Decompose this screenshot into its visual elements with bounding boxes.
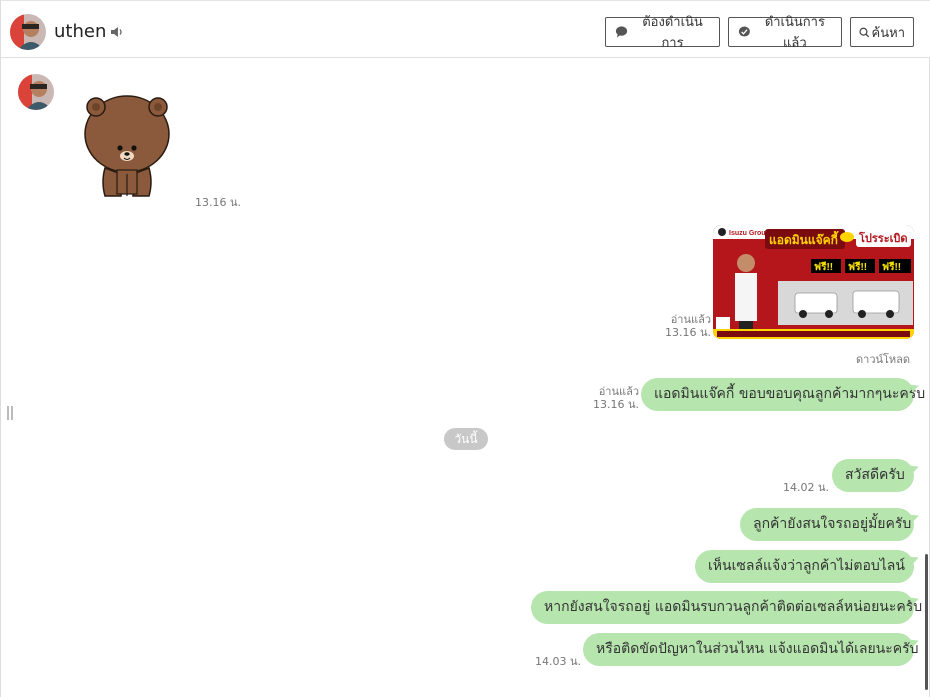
poster-free-2: ฟรี!!: [848, 261, 867, 273]
chat-bubble-icon: [615, 26, 628, 38]
image-read-status: อ่านแล้ว 13.16 น.: [665, 313, 711, 339]
msg1-timestamp: 13.16 น.: [593, 398, 640, 411]
search-icon: [859, 27, 870, 37]
message-bubble[interactable]: สวัสดีครับ: [832, 459, 914, 492]
poster-free-3: ฟรี!!: [882, 261, 901, 273]
message-bubble[interactable]: ลูกค้ายังสนใจรถอยู่มั้ยครับ: [740, 508, 914, 541]
sender-avatar[interactable]: [18, 74, 54, 110]
msg1-read-status: อ่านแล้ว 13.16 น.: [593, 385, 639, 411]
contact-name: uthen: [54, 21, 107, 42]
search-button[interactable]: ค้นหา: [850, 17, 914, 47]
done-button[interactable]: ดำเนินการแล้ว: [728, 15, 842, 51]
msg6-timestamp: 14.03 น.: [535, 655, 582, 668]
poster-free-1: ฟรี!!: [814, 261, 833, 273]
image-timestamp: 13.16 น.: [665, 326, 712, 339]
todo-button-label: ต้องดำเนินการ: [642, 15, 703, 51]
speaker-icon[interactable]: [110, 25, 124, 39]
bear-sticker[interactable]: [81, 90, 173, 202]
resize-handle[interactable]: [7, 406, 13, 420]
chat-window: uthen ต้องดำเนินการ ดำเนินการแล้ว ค้นหา …: [0, 0, 930, 697]
chat-header: uthen ต้องดำเนินการ ดำเนินการแล้ว ค้นหา: [1, 0, 930, 58]
chat-dots-icon: [738, 26, 750, 37]
poster-brand: Isuzu Group: [729, 230, 770, 237]
message-bubble[interactable]: แอดมินแจ๊คกี้ ขอบขอบคุณลูกค้ามากๆนะครับ: [641, 378, 925, 411]
done-button-label: ดำเนินการแล้ว: [764, 15, 825, 51]
todo-button[interactable]: ต้องดำเนินการ: [605, 15, 720, 51]
poster-headline: แอดมินแจ๊คกี้: [769, 230, 839, 247]
scrollbar[interactable]: [925, 554, 928, 690]
message-bubble[interactable]: เห็นเซลล์แจ้งว่าลูกค้าไม่ตอบไลน์: [695, 550, 914, 583]
contact-avatar[interactable]: [10, 14, 46, 50]
message-bubble[interactable]: หากยังสนใจรถอยู่ แอดมินรบกวนลูกค้าติดต่อ…: [531, 591, 922, 624]
message-list[interactable]: 13.16 น. อ่านแล้ว 13.16 น. Isuzu Group แ…: [1, 58, 930, 697]
read-label: อ่านแล้ว: [598, 385, 640, 398]
read-label: อ่านแล้ว: [670, 313, 712, 326]
day-separator: วันนี้: [444, 428, 488, 450]
sticker-timestamp: 13.16 น.: [195, 196, 242, 209]
search-button-label: ค้นหา: [871, 25, 905, 41]
msg2-timestamp: 14.02 น.: [783, 481, 830, 494]
poster-promo: โปรระเบิด: [858, 231, 908, 245]
download-link[interactable]: ดาวน์โหลด: [856, 350, 910, 368]
image-message[interactable]: Isuzu Group แอดมินแจ๊คกี้ โปรระเบิด ฟรี!…: [713, 225, 914, 339]
message-bubble[interactable]: หรือติดขัดปัญหาในส่วนไหน แจ้งแอดมินได้เล…: [583, 633, 919, 666]
